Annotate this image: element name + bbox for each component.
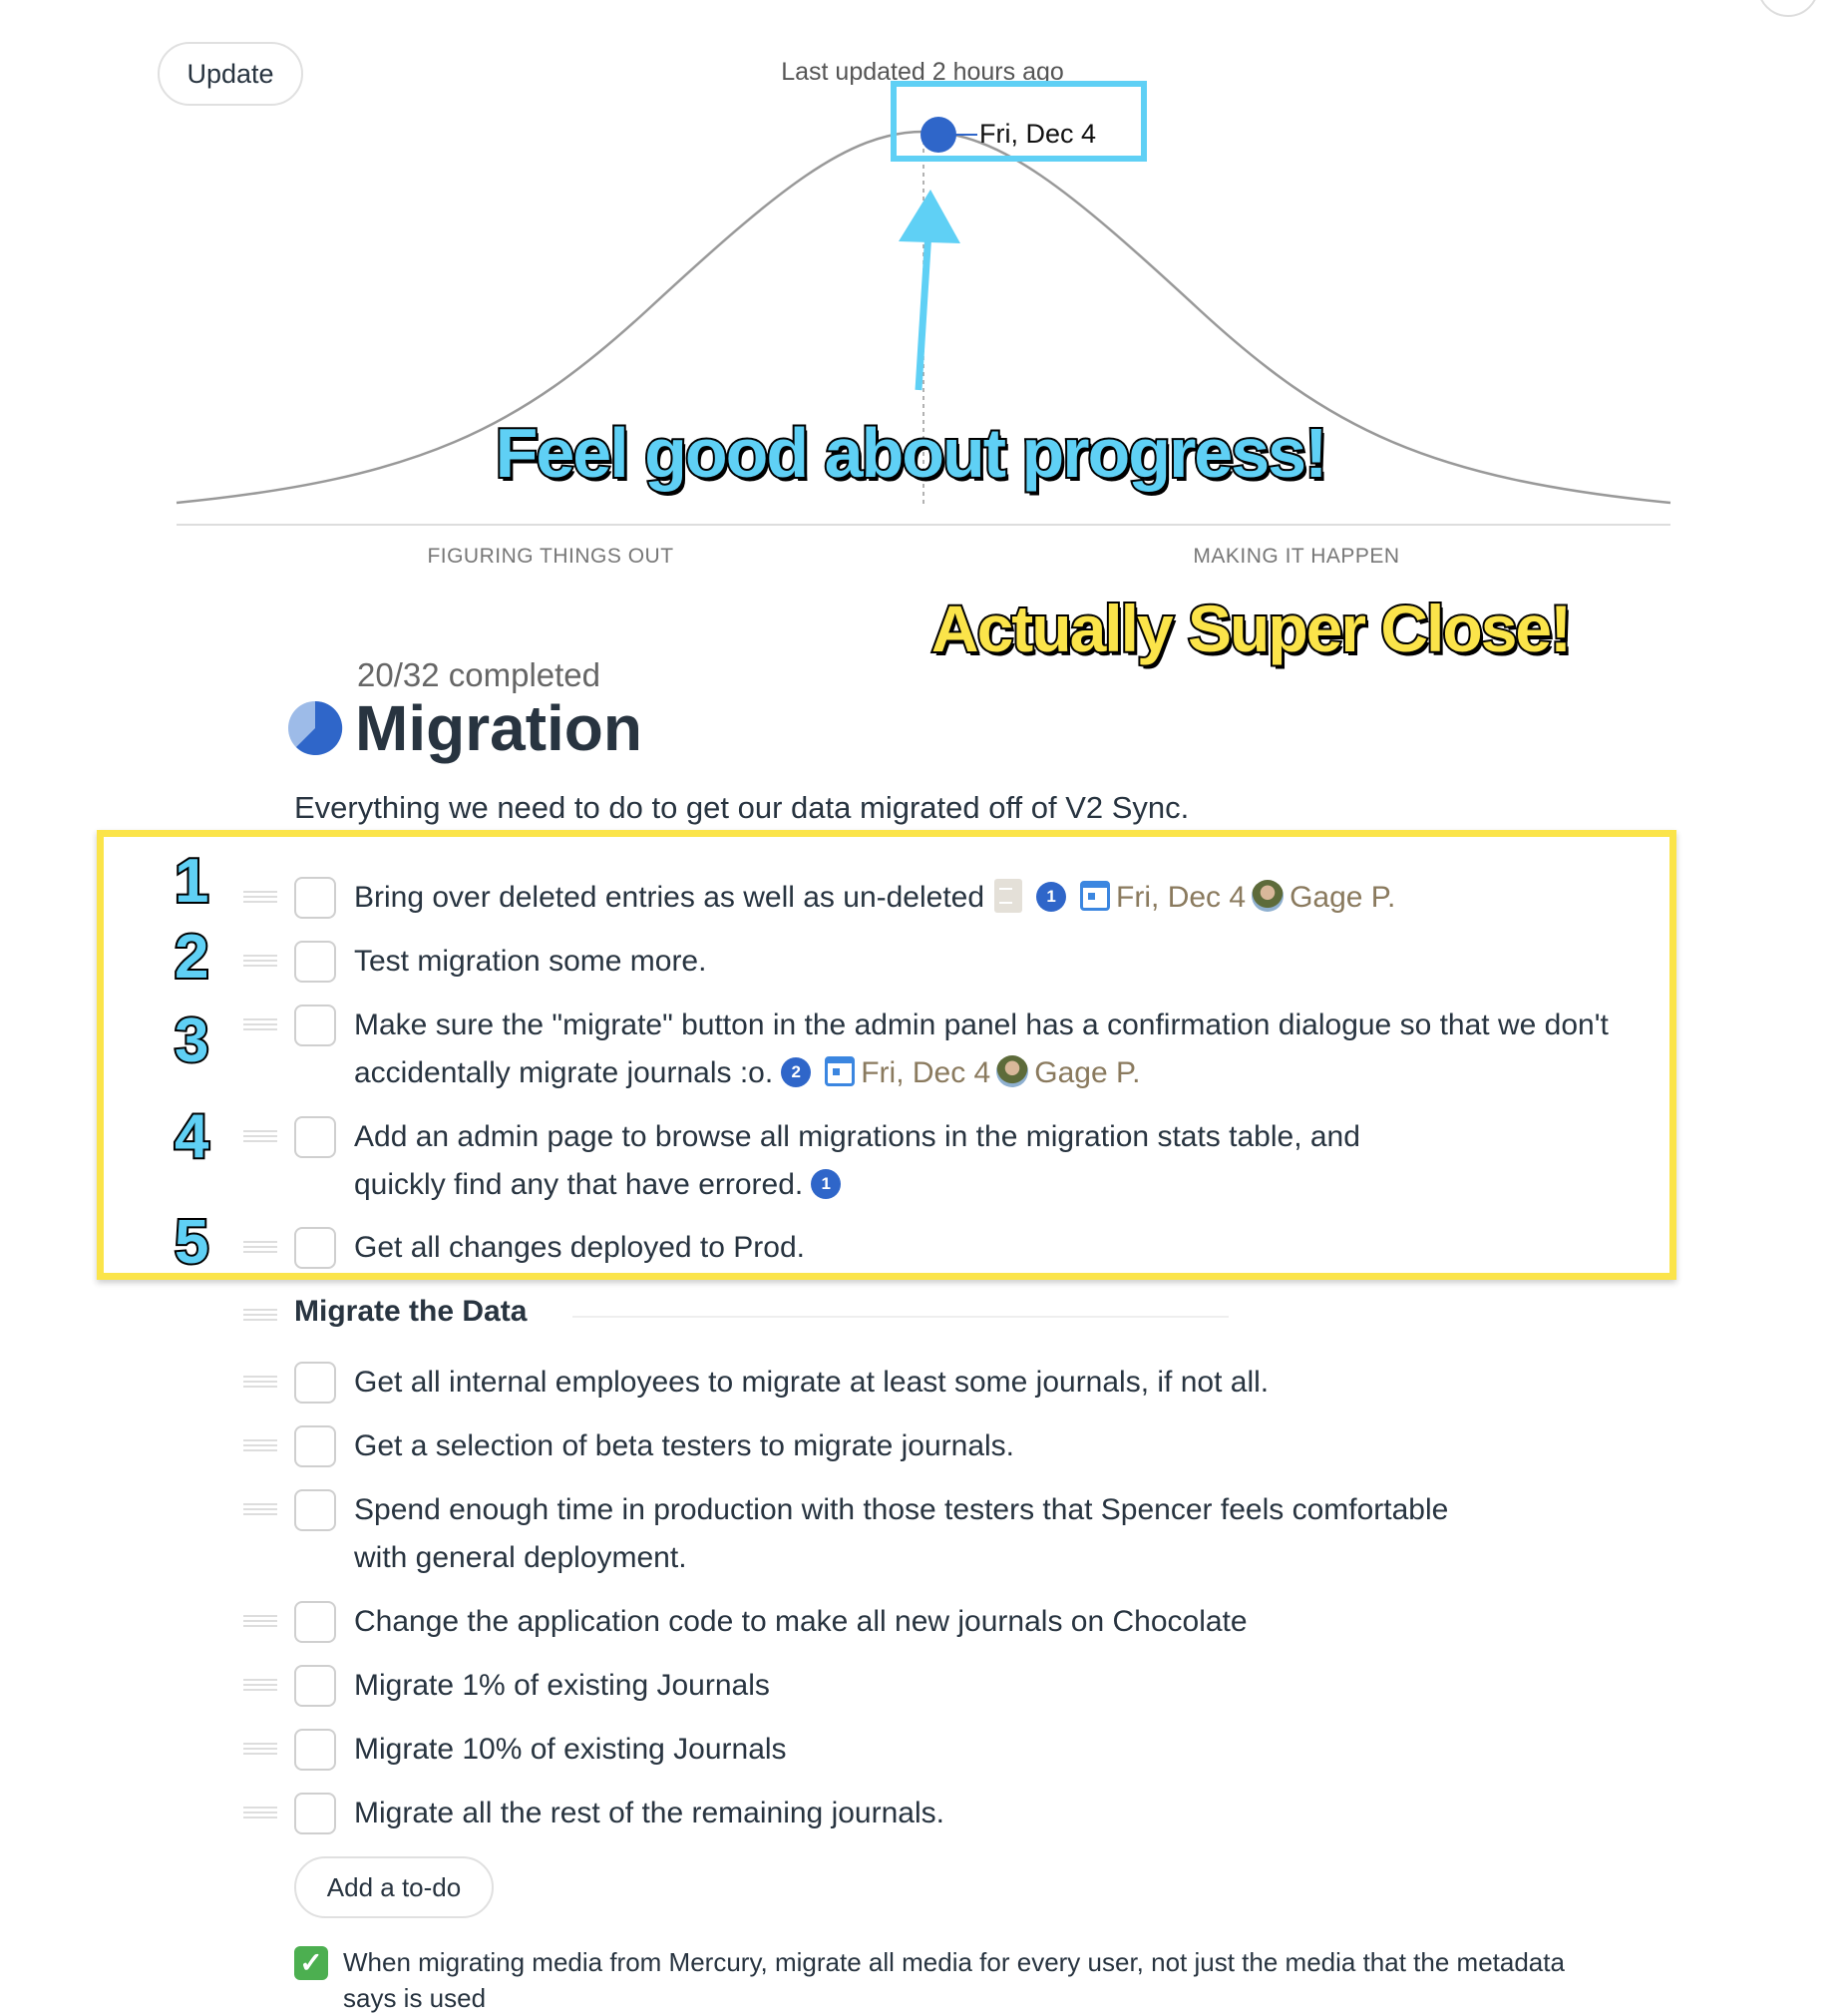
progress-pie-icon <box>288 700 343 755</box>
avatar <box>996 1055 1029 1088</box>
todo-text[interactable]: Migrate 1% of existing Journals <box>354 1669 770 1702</box>
completed-todo-text[interactable]: When migrating media from Mercury, migra… <box>343 1944 1600 2016</box>
avatar <box>1252 880 1285 913</box>
drag-handle-icon[interactable] <box>243 1439 277 1451</box>
todo-checkbox[interactable] <box>294 941 336 983</box>
drag-handle-icon[interactable] <box>243 1241 277 1253</box>
list-title[interactable]: Migration <box>355 691 642 765</box>
todo-text[interactable]: Get all internal employees to migrate at… <box>354 1366 1269 1399</box>
todo-text[interactable]: Bring over deleted entries as well as un… <box>354 881 984 914</box>
drag-handle-icon[interactable] <box>243 1130 277 1142</box>
cyan-arrow-head <box>899 190 960 243</box>
todo-checkbox[interactable] <box>294 1425 336 1467</box>
todo-checkbox[interactable] <box>294 1729 336 1771</box>
todo-text[interactable]: Get all changes deployed to Prod. <box>354 1231 805 1264</box>
drag-handle-icon[interactable] <box>243 1376 277 1388</box>
todo-checkbox[interactable] <box>294 1665 336 1707</box>
group-divider <box>572 1316 1229 1318</box>
due-date: Fri, Dec 4 <box>1116 881 1247 914</box>
drag-handle-icon[interactable] <box>243 1615 277 1627</box>
todo-checkbox[interactable] <box>294 1489 336 1531</box>
drag-handle-icon[interactable] <box>243 1807 277 1818</box>
cyan-arrow-shaft <box>915 230 932 391</box>
hill-right-label: MAKING IT HAPPEN <box>1193 545 1400 568</box>
todo-text[interactable]: Migrate 10% of existing Journals <box>354 1733 787 1766</box>
checked-checkbox[interactable]: ✓ <box>294 1946 328 1980</box>
hill-left-label: FIGURING THINGS OUT <box>427 545 674 568</box>
calendar-icon <box>1080 881 1111 912</box>
completed-count: 20/32 completed <box>357 656 601 693</box>
due-date: Fri, Dec 4 <box>861 1056 991 1089</box>
annotation-number-1: 1 <box>173 845 211 918</box>
cyan-annotation-text: Feel good about progress! <box>494 412 1330 494</box>
todo-checkbox[interactable] <box>294 1362 336 1404</box>
comment-count-badge[interactable]: 2 <box>781 1057 812 1088</box>
todo-checkbox[interactable] <box>294 1116 336 1158</box>
annotation-number-2: 2 <box>173 921 211 994</box>
notes-icon <box>994 879 1023 914</box>
annotation-number-5: 5 <box>173 1206 211 1279</box>
hill-point-label: Fri, Dec 4 <box>979 119 1097 149</box>
todo-checkbox[interactable] <box>294 1005 336 1046</box>
calendar-icon <box>825 1056 856 1087</box>
list-description: Everything we need to do to get our data… <box>294 790 1190 825</box>
todo-checkbox[interactable] <box>294 1227 336 1269</box>
todo-checkbox[interactable] <box>294 1601 336 1643</box>
todo-checkbox[interactable] <box>294 1793 336 1834</box>
drag-handle-icon[interactable] <box>243 1309 277 1321</box>
comment-count-badge[interactable]: 1 <box>1036 882 1067 913</box>
annotation-number-3: 3 <box>173 1005 211 1077</box>
todo-text[interactable]: Migrate all the rest of the remaining jo… <box>354 1797 944 1829</box>
drag-handle-icon[interactable] <box>243 891 277 903</box>
todo-text[interactable]: Get a selection of beta testers to migra… <box>354 1429 1014 1462</box>
todo-text[interactable]: Change the application code to make all … <box>354 1605 1248 1638</box>
group-title[interactable]: Migrate the Data <box>294 1295 527 1329</box>
todo-text[interactable]: Test migration some more. <box>354 945 706 978</box>
yellow-annotation-text: Actually Super Close! <box>929 590 1574 667</box>
todo-checkbox[interactable] <box>294 877 336 919</box>
todo-text[interactable]: Add an admin page to browse all migratio… <box>354 1120 1360 1201</box>
annotation-number-4: 4 <box>173 1100 211 1173</box>
drag-handle-icon[interactable] <box>243 1503 277 1515</box>
drag-handle-icon[interactable] <box>243 955 277 967</box>
drag-handle-icon[interactable] <box>243 1018 277 1030</box>
hill-point <box>921 117 956 153</box>
drag-handle-icon[interactable] <box>243 1679 277 1691</box>
todo-text[interactable]: Spend enough time in production with tho… <box>354 1493 1448 1574</box>
assignee: Gage P. <box>1290 881 1396 914</box>
add-todo-button[interactable]: Add a to-do <box>294 1856 494 1918</box>
assignee: Gage P. <box>1034 1056 1141 1089</box>
comment-count-badge[interactable]: 1 <box>811 1169 842 1200</box>
drag-handle-icon[interactable] <box>243 1743 277 1755</box>
